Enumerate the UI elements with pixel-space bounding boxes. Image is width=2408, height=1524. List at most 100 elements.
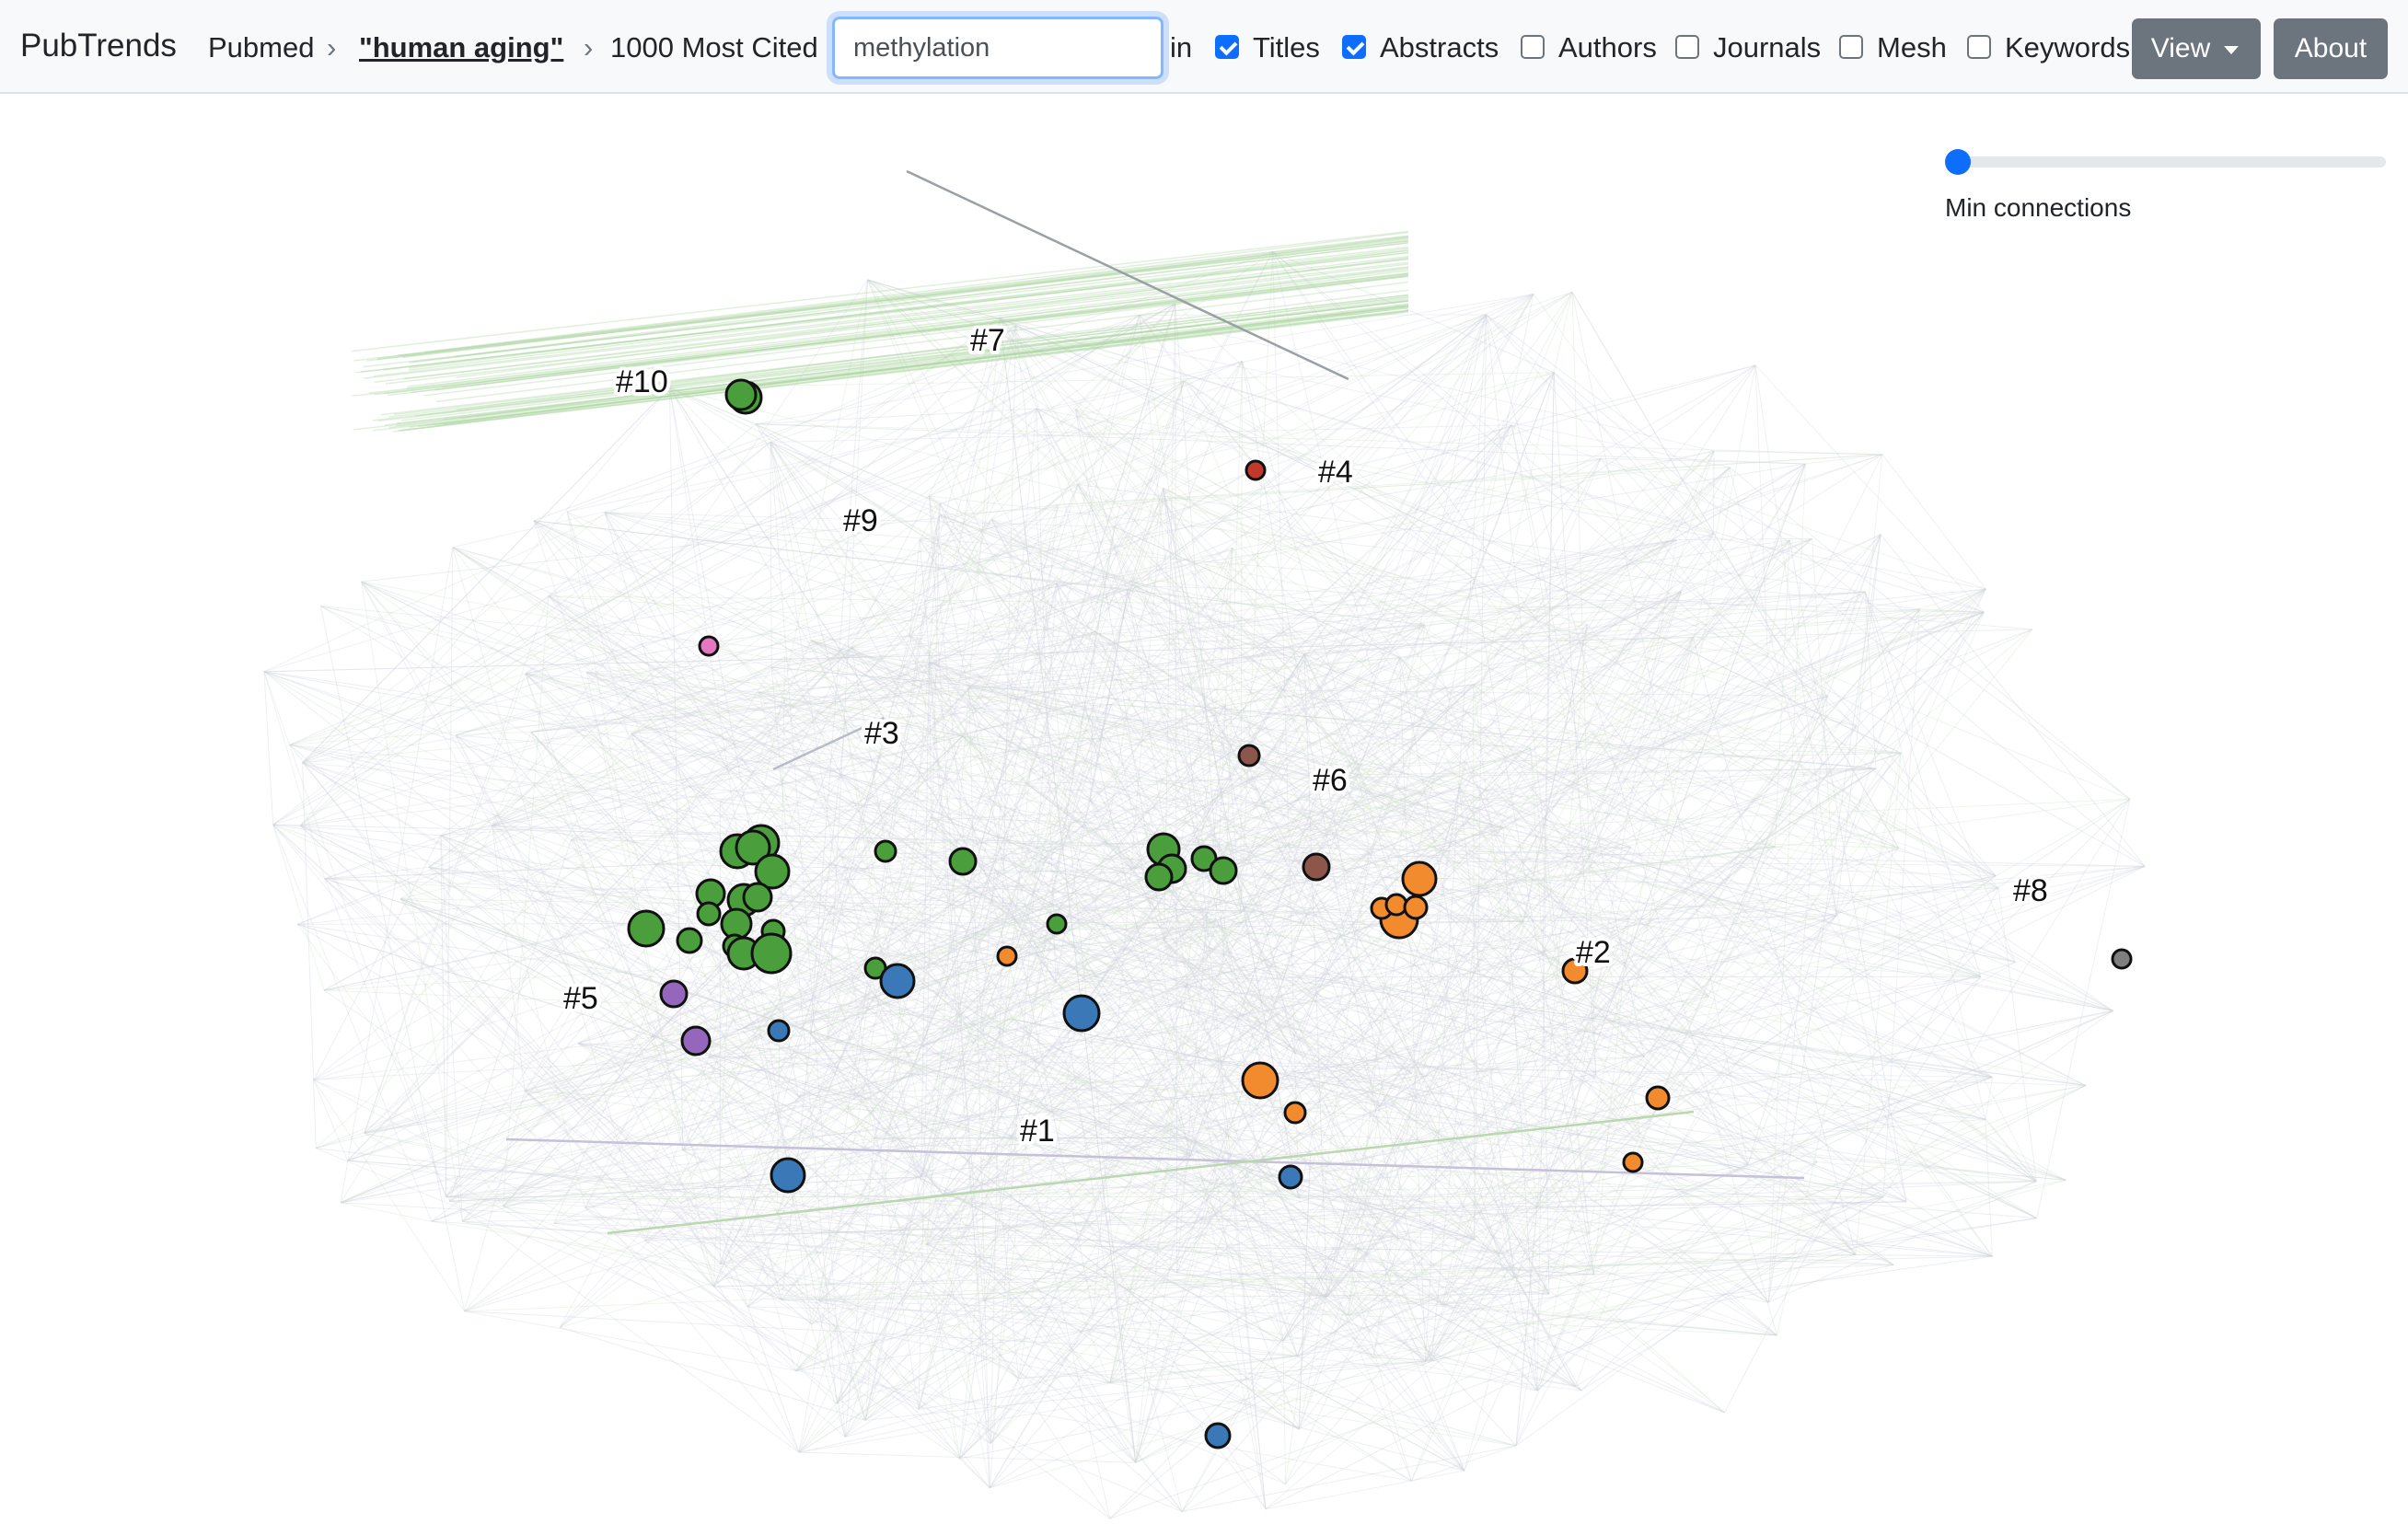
graph-node[interactable]: [770, 1157, 806, 1194]
graph-edge: [1410, 1074, 1597, 1482]
graph-node[interactable]: [659, 979, 689, 1009]
graph-node[interactable]: [627, 909, 666, 948]
graph-edge: [1754, 364, 1985, 613]
graph-node[interactable]: [879, 963, 916, 999]
graph-edge: [1805, 454, 1882, 465]
keywords-checkbox[interactable]: [1967, 35, 1991, 59]
graph-node[interactable]: [1302, 852, 1331, 882]
graph-edge: [1240, 361, 1243, 914]
titles-checkbox[interactable]: [1215, 35, 1239, 59]
keywords-label[interactable]: Keywords: [2005, 29, 2130, 66]
view-button-label: View: [2150, 33, 2211, 64]
graph-node[interactable]: [1237, 744, 1261, 768]
cluster-label: #9: [843, 503, 878, 538]
graph-edge: [1425, 1196, 1884, 1362]
mesh-checkbox[interactable]: [1839, 35, 1863, 59]
titles-label[interactable]: Titles: [1253, 29, 1320, 66]
graph-node[interactable]: [698, 635, 720, 657]
graph-edge: [1880, 534, 2146, 867]
authors-checkbox[interactable]: [1521, 35, 1545, 59]
graph-edge: [402, 237, 1409, 359]
graph-node[interactable]: [874, 839, 897, 863]
cluster-label: #1: [1020, 1114, 1055, 1149]
breadcrumb-mode: 1000 Most Cited: [610, 31, 818, 64]
about-button[interactable]: About: [2274, 18, 2388, 79]
graph-node[interactable]: [680, 1025, 712, 1056]
breadcrumb-query[interactable]: "human aging": [359, 29, 563, 66]
citation-graph[interactable]: #1 #2 #3 #4 #5 #6 #7 #8 #9 #10: [0, 94, 2408, 1524]
graph-node[interactable]: [676, 927, 703, 954]
graph-edge: [920, 498, 1165, 541]
cluster-label: #10: [616, 364, 668, 399]
graph-node[interactable]: [1144, 862, 1174, 892]
graph-edge: [302, 762, 923, 1047]
graph-node[interactable]: [767, 1019, 791, 1043]
graph-node[interactable]: [996, 945, 1018, 967]
graph-node[interactable]: [1204, 1422, 1232, 1449]
graph-edge: [364, 1132, 1538, 1391]
graph-edge: [340, 1056, 710, 1204]
graph-node[interactable]: [1384, 893, 1408, 917]
graph-node[interactable]: [1209, 856, 1238, 885]
graph-edge: [548, 595, 1985, 613]
breadcrumb-source[interactable]: Pubmed: [208, 29, 314, 66]
graph-node[interactable]: [948, 847, 978, 876]
cluster-label: #7: [970, 323, 1005, 358]
view-dropdown-button[interactable]: View: [2132, 18, 2261, 79]
graph-node[interactable]: [742, 882, 773, 913]
graph-node[interactable]: [1241, 1061, 1279, 1100]
graph-node[interactable]: [1062, 994, 1101, 1033]
graph-edge: [302, 595, 550, 764]
graph-edge: [1881, 454, 1986, 590]
journals-checkbox[interactable]: [1675, 35, 1699, 59]
min-connections-slider-track[interactable]: [1948, 156, 2386, 167]
graph-node[interactable]: [1245, 459, 1267, 481]
graph-edge: [756, 408, 1037, 425]
graph-node[interactable]: [696, 901, 722, 927]
authors-label[interactable]: Authors: [1558, 29, 1657, 66]
graph-node[interactable]: [750, 932, 793, 975]
cluster-label: #2: [1576, 935, 1611, 970]
graph-edges: [263, 230, 2146, 1519]
breadcrumb-separator-icon: ›: [584, 31, 594, 64]
search-in-label: in: [1170, 31, 1193, 64]
graph-edge: [1754, 364, 1837, 917]
abstracts-checkbox[interactable]: [1342, 35, 1366, 59]
search-input[interactable]: [832, 17, 1163, 79]
brand-logo[interactable]: PubTrends: [20, 28, 177, 64]
graph-edge: [364, 595, 550, 1134]
cluster-label: #6: [1313, 763, 1348, 798]
graph-edge: [1600, 457, 1986, 590]
graph-node[interactable]: [2111, 948, 2133, 970]
journals-label[interactable]: Journals: [1713, 29, 1821, 66]
graph-edge: [1864, 592, 1986, 1120]
graph-edge: [1265, 1470, 1464, 1510]
graph-edge: [1580, 1161, 1818, 1391]
graph-edge: [810, 640, 2066, 1181]
caret-down-icon: [2224, 46, 2239, 54]
graph-edge: [1724, 887, 1999, 1414]
graph-node[interactable]: [1278, 1164, 1303, 1190]
graph-edge: [2036, 799, 2131, 1218]
graph-edge: [1864, 592, 2016, 963]
graph-node[interactable]: [1403, 895, 1429, 920]
graph-edge: [1472, 1060, 1993, 1257]
graph-node[interactable]: [1046, 913, 1068, 935]
mesh-label[interactable]: Mesh: [1877, 29, 1947, 66]
graph-node[interactable]: [724, 378, 758, 411]
min-connections-slider-thumb[interactable]: [1945, 149, 1971, 175]
graph-edge: [272, 824, 714, 1287]
min-connections-label: Min connections: [1945, 193, 2132, 222]
graph-node[interactable]: [1401, 860, 1438, 897]
graph-node[interactable]: [1645, 1085, 1671, 1111]
cluster-label: #8: [2013, 873, 2048, 908]
cluster-label: #3: [864, 716, 899, 751]
graph-node[interactable]: [1622, 1151, 1644, 1173]
graph-edge: [1729, 467, 1907, 1202]
abstracts-label[interactable]: Abstracts: [1380, 29, 1499, 66]
graph-edge: [300, 595, 550, 826]
breadcrumb-separator-icon: ›: [327, 31, 337, 64]
graph-node[interactable]: [1283, 1101, 1307, 1125]
graph-edge: [755, 423, 1993, 1257]
graph-edge: [1997, 888, 2037, 1182]
